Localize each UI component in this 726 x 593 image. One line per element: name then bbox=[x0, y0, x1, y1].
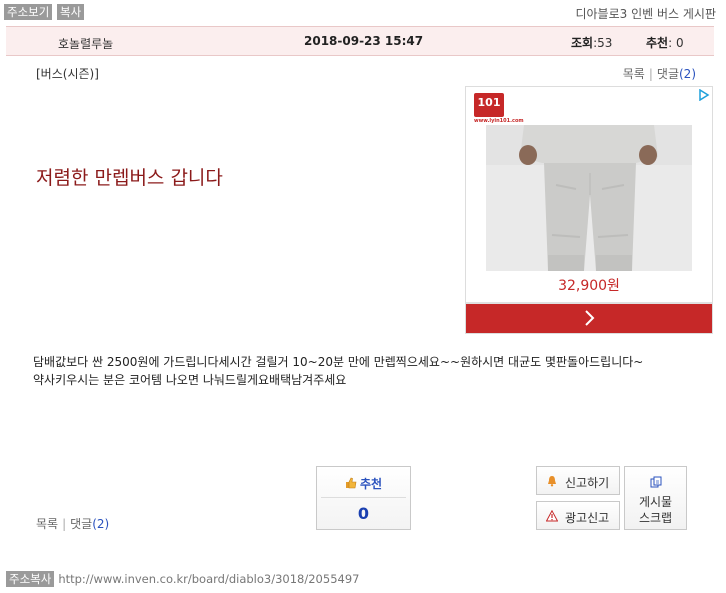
comments-link-bottom[interactable]: 댓글 bbox=[70, 517, 92, 531]
url-row: 주소복사 http://www.inven.co.kr/board/diablo3… bbox=[6, 571, 359, 587]
post-category: [버스(시즌)] bbox=[36, 67, 99, 81]
report-button[interactable]: 신고하기 bbox=[536, 466, 620, 495]
list-link-bottom[interactable]: 목록 bbox=[36, 517, 58, 531]
ad-report-label: 광고신고 bbox=[565, 511, 610, 525]
ad-logo-text: 101 bbox=[477, 96, 501, 109]
address-copy-button[interactable]: 주소복사 bbox=[6, 571, 55, 587]
report-label: 신고하기 bbox=[565, 476, 610, 490]
ad-price[interactable]: 32,900원 bbox=[466, 275, 712, 295]
ad-report-button[interactable]: 광고신고 bbox=[536, 501, 620, 530]
recommend-count-label: 추천 bbox=[646, 36, 669, 50]
post-url[interactable]: http://www.inven.co.kr/board/diablo3/301… bbox=[58, 572, 359, 586]
post-date: 2018-09-23 15:47 bbox=[304, 34, 424, 48]
link-separator: | bbox=[648, 67, 653, 81]
list-link[interactable]: 목록 bbox=[623, 67, 645, 81]
post-body: 담배값보다 싼 2500원에 가드립니다세시간 걸릴거 10~20분 만에 만렙… bbox=[33, 353, 693, 389]
warning-icon bbox=[546, 510, 558, 522]
ad-logo[interactable]: 101 www.lyin101.com bbox=[474, 93, 524, 124]
recommend-label-text: 추천 bbox=[359, 477, 383, 491]
scrap-label-line2: 스크랩 bbox=[638, 511, 673, 525]
ad-choices-icon[interactable] bbox=[698, 88, 710, 102]
scrap-label-line1: 게시물 bbox=[638, 495, 673, 509]
author-name[interactable]: 호놀렬루놀 bbox=[58, 35, 113, 52]
recommend-count: 추천: 0 bbox=[646, 34, 684, 51]
thumbs-up-icon bbox=[345, 477, 357, 489]
post-info-bar: 호놀렬루놀 2018-09-23 15:47 조회:53 추천: 0 bbox=[6, 26, 714, 56]
ad-banner[interactable]: 101 www.lyin101.com 32,900원 bbox=[465, 86, 713, 334]
comment-count-bottom[interactable]: (2) bbox=[92, 517, 109, 531]
view-count-label: 조회 bbox=[571, 36, 594, 50]
ad-header: 101 www.lyin101.com bbox=[466, 87, 712, 125]
scrap-button[interactable]: 게시물 스크랩 bbox=[624, 466, 687, 530]
chevron-right-icon bbox=[585, 310, 595, 326]
comment-count[interactable]: (2) bbox=[679, 67, 696, 81]
ad-logo-subtext: www.lyin101.com bbox=[474, 118, 524, 124]
view-count: 조회:53 bbox=[571, 34, 612, 51]
ad-next-button[interactable] bbox=[466, 302, 712, 333]
recommend-number: 0 bbox=[357, 504, 370, 523]
copy-button[interactable]: 복사 bbox=[57, 4, 85, 20]
bottom-links: 목록 | 댓글(2) bbox=[36, 515, 109, 532]
post-body-line: 담배값보다 싼 2500원에 가드립니다세시간 걸릴거 10~20분 만에 만렙… bbox=[33, 355, 644, 369]
top-bar: 주소보기 복사 디아블로3 인벤 버스 게시판 bbox=[0, 0, 726, 24]
bell-icon bbox=[548, 476, 556, 487]
post-body-line: 약사키우시는 분은 코어템 나오면 나눠드릴게요배택남겨주세요 bbox=[33, 373, 347, 387]
link-separator-bottom: | bbox=[62, 517, 67, 531]
top-links: 목록 | 댓글(2) bbox=[623, 65, 696, 82]
scrap-icon bbox=[650, 476, 662, 488]
recommend-label: 추천 bbox=[317, 475, 410, 492]
recommend-button[interactable]: 추천 0 bbox=[316, 466, 411, 530]
board-title[interactable]: 디아블로3 인벤 버스 게시판 bbox=[575, 5, 716, 22]
view-address-button[interactable]: 주소보기 bbox=[4, 4, 53, 20]
ad-product-image[interactable] bbox=[486, 125, 692, 271]
view-count-value: :53 bbox=[593, 36, 613, 50]
comments-link[interactable]: 댓글 bbox=[657, 67, 679, 81]
recommend-divider bbox=[321, 497, 406, 498]
post-title: 저렴한 만렙버스 갑니다 bbox=[36, 167, 223, 189]
recommend-count-value: : 0 bbox=[668, 36, 684, 50]
